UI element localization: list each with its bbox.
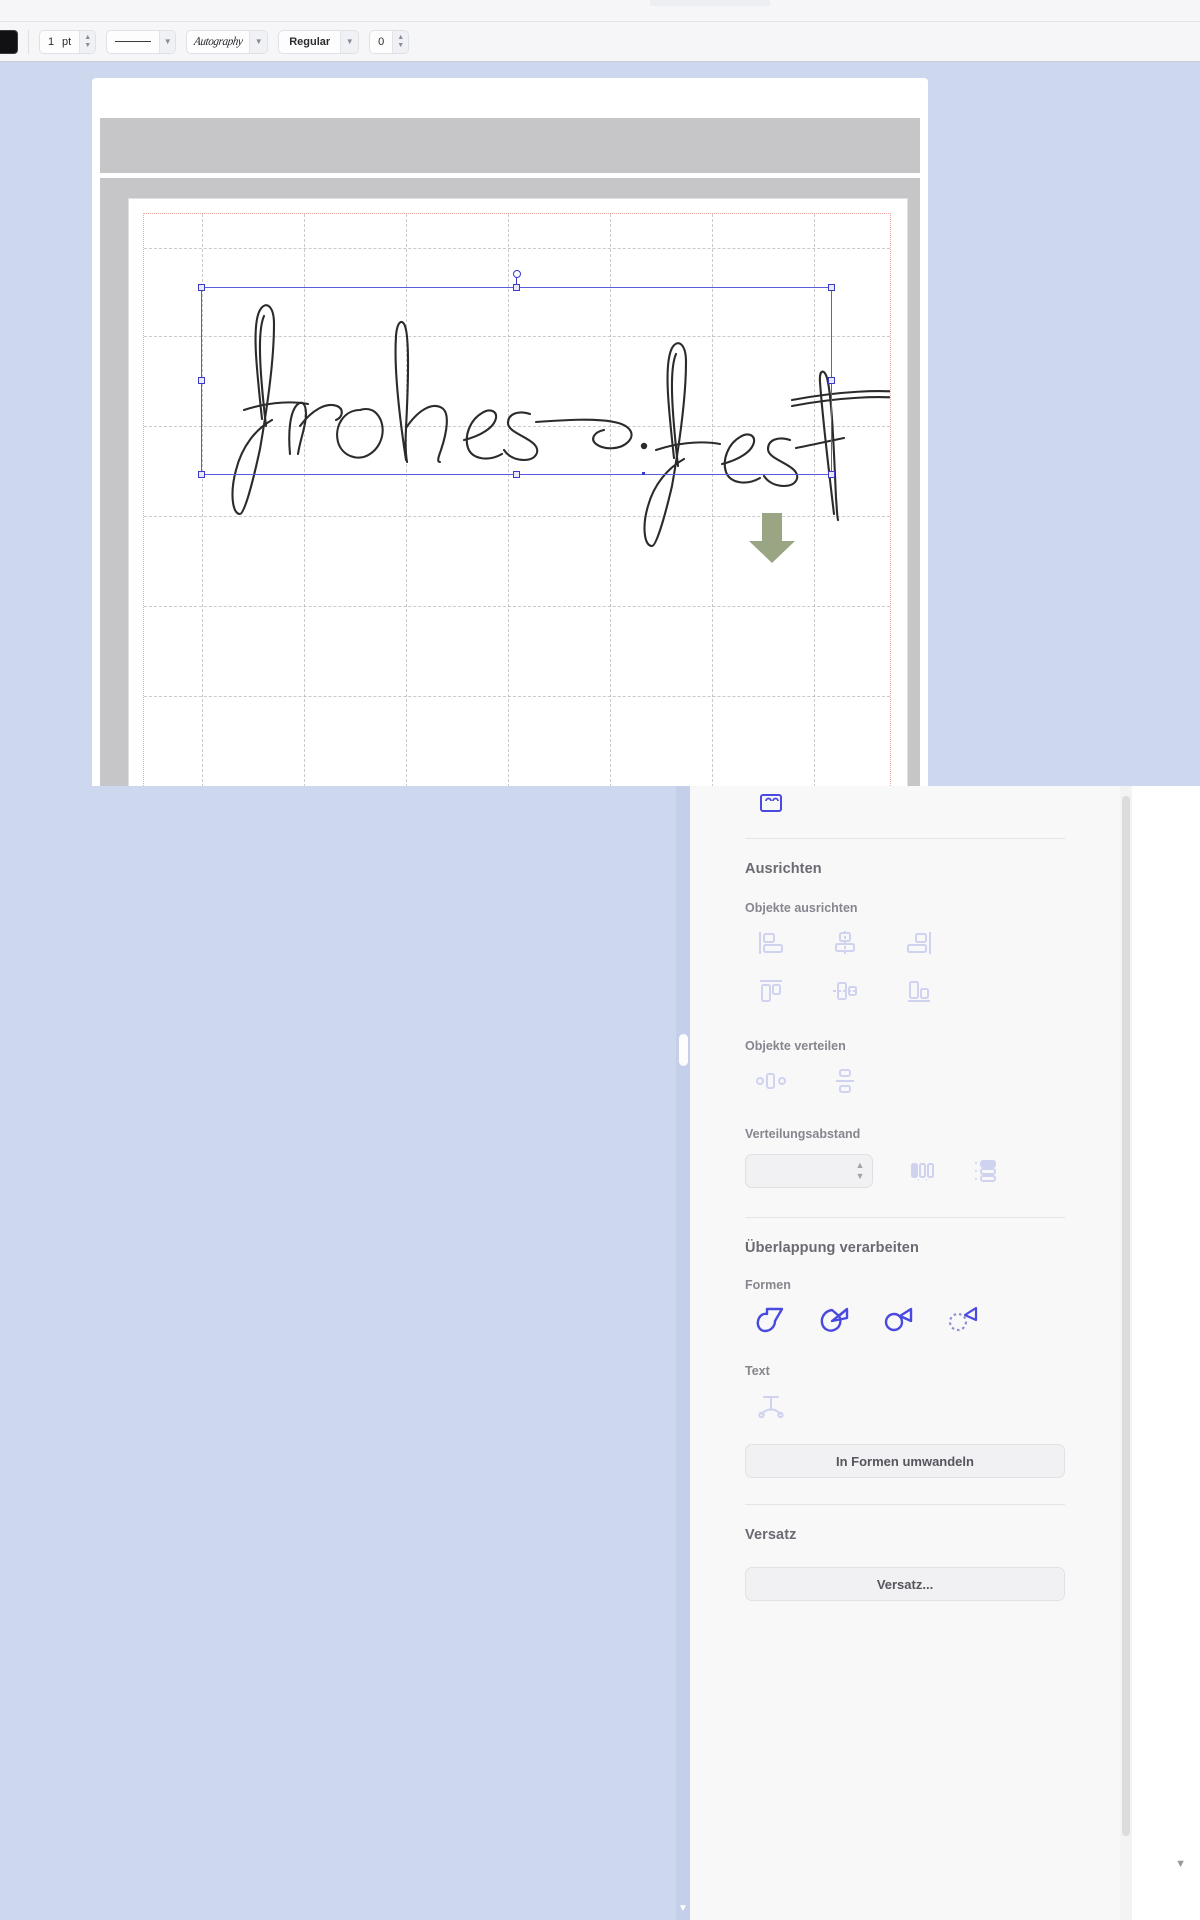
spacing-input-spinner[interactable]: ▲ ▼ bbox=[852, 1155, 872, 1187]
window-title-strip bbox=[0, 0, 1200, 22]
boolean-subtract-button[interactable] bbox=[809, 1300, 861, 1340]
font-family-label: Autography bbox=[193, 34, 244, 48]
artboard[interactable] bbox=[143, 213, 891, 786]
text-label: Text bbox=[745, 1364, 770, 1378]
canvas-background-area bbox=[0, 786, 676, 1920]
boolean-ops-row bbox=[745, 1300, 1065, 1340]
panel-top-partial-row bbox=[745, 790, 1065, 816]
align-row-vertical bbox=[745, 971, 1065, 1011]
distribute-horizontal-button[interactable] bbox=[745, 1061, 797, 1101]
font-weight-dropdown[interactable]: Regular ▼ bbox=[278, 29, 360, 54]
align-center-horizontal-button[interactable] bbox=[819, 923, 871, 963]
spacing-label: Verteilungsabstand bbox=[745, 1127, 861, 1141]
align-top-button[interactable] bbox=[745, 971, 797, 1011]
chevron-down-icon: ▼ bbox=[159, 30, 176, 53]
text-on-path-button[interactable] bbox=[745, 1386, 797, 1426]
align-bottom-button[interactable] bbox=[893, 971, 945, 1011]
boolean-xor-button[interactable] bbox=[937, 1300, 989, 1340]
distribute-vertical-button[interactable] bbox=[819, 1061, 871, 1101]
font-weight-preview: Regular bbox=[279, 31, 340, 53]
stroke-width-value: 1 bbox=[48, 35, 55, 48]
offset-button[interactable]: Versatz... bbox=[745, 1567, 1065, 1601]
spinner-up-icon: ▲ bbox=[855, 1160, 865, 1170]
chevron-down-icon: ▼ bbox=[340, 30, 359, 53]
panel-scrollbar[interactable] bbox=[1120, 786, 1132, 1920]
align-objects-label: Objekte ausrichten bbox=[745, 901, 858, 915]
anchor-dot bbox=[642, 472, 645, 475]
tracking-spinner[interactable]: ▲ ▼ bbox=[392, 30, 409, 53]
line-style-preview bbox=[107, 31, 159, 53]
spinner-down-icon: ▼ bbox=[84, 42, 92, 49]
align-left-button[interactable] bbox=[745, 923, 797, 963]
spacing-horizontal-button[interactable] bbox=[897, 1151, 949, 1191]
artwork-frohes-fest[interactable] bbox=[144, 214, 891, 786]
solid-line-icon bbox=[115, 41, 152, 42]
text-ops-row bbox=[745, 1386, 1065, 1426]
collapse-caret-icon[interactable]: ▼ bbox=[1175, 1858, 1186, 1870]
align-section-heading: Ausrichten bbox=[745, 861, 822, 877]
overlap-section-heading: Überlappung verarbeiten bbox=[745, 1240, 919, 1256]
panel-right-edge: ▼ bbox=[1132, 786, 1200, 1920]
offset-section-heading: Versatz bbox=[745, 1527, 797, 1543]
spacing-row: ▲ ▼ bbox=[745, 1151, 1065, 1191]
boolean-intersect-button[interactable] bbox=[873, 1300, 925, 1340]
boolean-add-button[interactable] bbox=[745, 1300, 797, 1340]
spinner-down-icon: ▼ bbox=[855, 1171, 865, 1181]
font-family-preview: Autography bbox=[187, 31, 249, 53]
context-toolbar: 1 pt ▲ ▼ ▼ Autography ▼ Regular ▼ 0 ▲ ▼ bbox=[0, 22, 1200, 62]
shapes-label: Formen bbox=[745, 1278, 791, 1292]
spacing-input[interactable]: ▲ ▼ bbox=[745, 1154, 873, 1188]
spinner-up-icon: ▲ bbox=[84, 34, 92, 41]
distribute-row bbox=[745, 1061, 1065, 1101]
editor-top-region: 1 pt ▲ ▼ ▼ Autography ▼ Regular ▼ 0 ▲ ▼ bbox=[0, 0, 1200, 786]
stroke-width-stepper[interactable]: 1 pt ▲ ▼ bbox=[39, 29, 97, 54]
chevron-down-icon: ▼ bbox=[249, 30, 268, 53]
toolbar-divider bbox=[28, 29, 29, 54]
panel-partial-icon[interactable] bbox=[745, 790, 797, 816]
convert-to-shapes-button[interactable]: In Formen umwandeln bbox=[745, 1444, 1065, 1478]
vector-editor-window: 1 pt ▲ ▼ ▼ Autography ▼ Regular ▼ 0 ▲ ▼ … bbox=[0, 0, 1200, 1920]
spinner-down-icon: ▼ bbox=[397, 42, 405, 49]
distribute-objects-label: Objekte verteilen bbox=[745, 1039, 846, 1053]
document-header-placeholder bbox=[100, 118, 920, 173]
align-right-button[interactable] bbox=[893, 923, 945, 963]
stroke-color-swatch[interactable] bbox=[0, 29, 18, 54]
font-family-dropdown[interactable]: Autography ▼ bbox=[186, 29, 269, 54]
scroll-down-arrow-icon[interactable]: ▼ bbox=[677, 1904, 689, 1914]
align-row-horizontal bbox=[745, 923, 1065, 963]
panel-scrollbar-thumb[interactable] bbox=[1122, 796, 1130, 1836]
stroke-width-spinner[interactable]: ▲ ▼ bbox=[79, 30, 96, 53]
stroke-width-unit: pt bbox=[62, 35, 72, 48]
properties-panel: Ausrichten Objekte ausrichten Objekte ve… bbox=[690, 786, 1120, 1920]
spacing-vertical-button[interactable] bbox=[959, 1151, 1011, 1191]
editor-bottom-region: ▼ Ausrichten Objekte ausrichten Objekte … bbox=[0, 786, 1200, 1920]
spinner-up-icon: ▲ bbox=[397, 34, 405, 41]
align-center-vertical-button[interactable] bbox=[819, 971, 871, 1011]
document-frame bbox=[100, 178, 920, 786]
line-style-dropdown[interactable]: ▼ bbox=[106, 29, 177, 54]
canvas-scrollbar-thumb[interactable] bbox=[679, 1034, 688, 1066]
canvas-scrollbar[interactable]: ▼ bbox=[676, 786, 690, 1920]
document-page bbox=[128, 198, 908, 786]
document-card bbox=[92, 78, 928, 786]
font-weight-label: Regular bbox=[289, 35, 331, 48]
annotation-arrow-down-icon bbox=[749, 513, 795, 563]
tracking-value: 0 bbox=[378, 35, 385, 48]
tracking-stepper[interactable]: 0 ▲ ▼ bbox=[369, 29, 410, 54]
window-tab[interactable] bbox=[650, 0, 770, 6]
